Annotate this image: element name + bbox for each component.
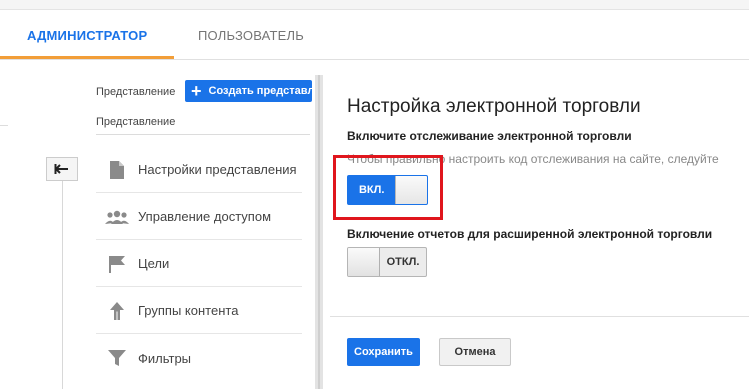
active-tab-underline [0,56,174,59]
view-label: Представление [96,86,176,98]
create-view-button[interactable]: + Создать представле [185,80,312,102]
back-arrow-icon [54,164,68,174]
ecommerce-tracking-heading: Включите отслеживание электронной торгов… [347,129,632,143]
enhanced-toggle-label: ОТКЛ. [386,256,420,268]
sidebar-item-access-management[interactable]: Управление доступом [96,194,302,240]
top-strip [0,0,749,10]
enhanced-ecommerce-toggle[interactable]: ОТКЛ. [347,247,427,277]
view-selector-label: Представление [96,116,176,128]
highlight-box [333,155,443,220]
footer-divider [330,316,749,317]
content-groups-icon [96,301,138,320]
tab-admin[interactable]: АДМИНИСТРАТОР [27,28,147,43]
enhanced-ecommerce-heading: Включение отчетов для расширенной электр… [347,227,713,241]
sidebar-item-label: Фильтры [138,350,192,366]
tree-connector-line [62,181,63,389]
sidebar-item-goals[interactable]: Цели [96,241,302,287]
create-view-label: Создать представле [208,85,312,97]
document-icon [96,160,138,179]
save-button[interactable]: Сохранить [347,338,420,366]
flag-icon [96,255,138,273]
sidebar-item-view-settings[interactable]: Настройки представления [96,147,302,193]
back-button[interactable] [46,157,78,181]
page-title: Настройка электронной торговли [347,96,641,117]
sidebar-item-content-groups[interactable]: Группы контента [96,288,302,334]
nav-divider [96,134,310,135]
sidebar-item-label: Управление доступом [138,209,272,224]
panel-divider-line [318,75,320,389]
tab-user[interactable]: ПОЛЬЗОВАТЕЛЬ [198,28,304,43]
plus-icon: + [191,81,202,101]
sidebar-item-label: Настройки представления [138,162,297,177]
admin-tabs: АДМИНИСТРАТОР ПОЛЬЗОВАТЕЛЬ [0,10,749,60]
cancel-button[interactable]: Отмена [439,338,511,366]
toggle-knob [348,248,380,276]
filter-icon [96,349,138,367]
sidebar-item-filters[interactable]: Фильтры [96,335,302,381]
sidebar-item-label: Цели [138,256,170,271]
people-icon [96,210,138,224]
sidebar-item-label: Группы контента [138,303,239,318]
left-rule [0,125,8,126]
